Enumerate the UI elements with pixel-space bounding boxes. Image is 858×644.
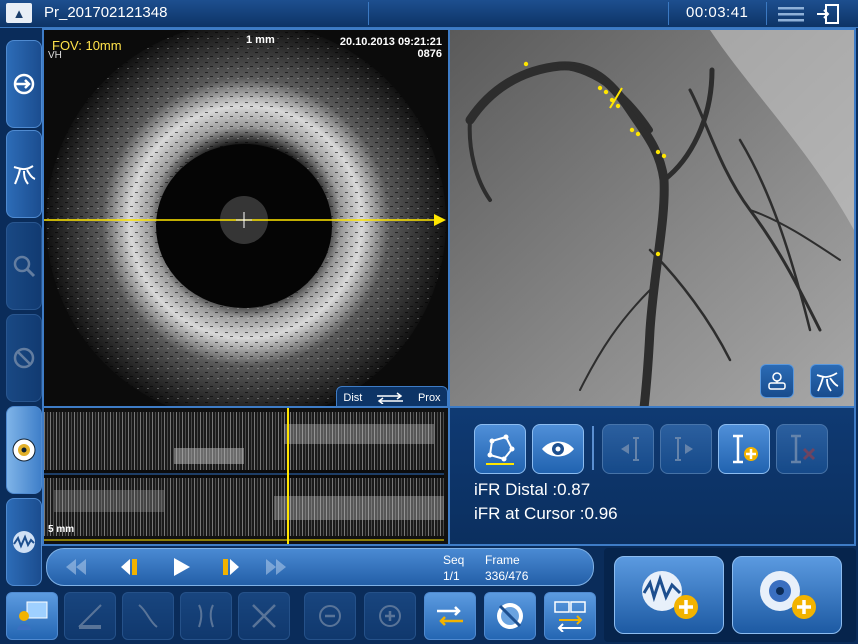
angio-coregistration-button[interactable] — [6, 130, 42, 218]
dist-label: Dist — [343, 392, 363, 404]
sync-rotate-button[interactable] — [424, 592, 476, 640]
angio-coregistration-icon — [13, 165, 36, 185]
swap-arrows-icon — [377, 392, 404, 404]
ifr-distal-value: iFR Distal :0.87 — [474, 480, 591, 499]
vessel-branch-button[interactable] — [180, 592, 232, 640]
delete-marker-button[interactable] — [776, 424, 828, 474]
ifr-control-panel: iFR Distal :0.87 iFR at Cursor :0.96 — [448, 406, 856, 546]
no-compare-button[interactable] — [484, 592, 536, 640]
frame-label: Frame — [485, 553, 520, 567]
title-divider — [368, 2, 369, 25]
add-marker-button[interactable] — [718, 424, 770, 474]
move-marker-left-button[interactable] — [602, 424, 654, 474]
frame-code: 0876 — [417, 48, 442, 60]
control-divider — [592, 426, 594, 470]
compare-icon — [13, 347, 35, 369]
longitudinal-view[interactable]: 5 mm — [42, 406, 450, 546]
elapsed-time: 00:03:41 — [686, 4, 749, 21]
no-compare-icon — [497, 603, 523, 629]
long-scale-label: 5 mm — [48, 524, 75, 535]
compare-button[interactable] — [6, 314, 42, 402]
contour-tool-button[interactable] — [474, 424, 526, 474]
title-divider — [668, 2, 669, 25]
exit-door-icon[interactable] — [816, 4, 840, 24]
add-pressure-recording-icon — [642, 571, 698, 619]
step-forward-button[interactable] — [217, 555, 245, 579]
step-back-icon — [121, 559, 137, 575]
zoom-out-button[interactable] — [304, 592, 356, 640]
ruler-measure-button[interactable] — [64, 592, 116, 640]
sync-rotate-icon — [437, 606, 463, 626]
frame-value: 336/476 — [485, 569, 529, 583]
split-screen-icon — [138, 604, 158, 628]
add-pressure-recording-button[interactable] — [614, 556, 724, 634]
fov-label: FOV: 10mm — [52, 38, 122, 53]
step-forward-icon — [223, 559, 239, 575]
playback-bar: Seq Frame 1/1 336/476 — [46, 548, 594, 586]
angio-tree-button[interactable] — [810, 364, 844, 398]
move-marker-left-icon — [621, 437, 639, 461]
review-station-icon — [17, 601, 48, 630]
add-marker-icon — [733, 434, 758, 464]
zoom-in-icon — [379, 605, 401, 627]
cross-cut-button[interactable] — [238, 592, 290, 640]
skip-to-end-button[interactable] — [263, 555, 291, 579]
date-time: 20.10.2013 09:21:21 — [339, 36, 442, 48]
cross-cut-icon — [252, 604, 276, 628]
pressure-waveform-button[interactable] — [6, 498, 42, 586]
skip-back-icon — [66, 559, 86, 575]
longitudinal-image — [44, 408, 444, 544]
pullback-mode-button[interactable] — [6, 40, 42, 128]
seq-value: 1/1 — [443, 569, 460, 583]
title-divider — [766, 2, 767, 25]
hamburger-menu-icon[interactable] — [778, 6, 804, 22]
vh-mode-label: VH — [48, 50, 62, 61]
ivus-mode-icon — [12, 438, 36, 462]
scale-label: 1 mm — [246, 34, 275, 46]
vessel-tree-button[interactable] — [760, 364, 794, 398]
vessel-tree-icon — [768, 372, 786, 390]
eye-visibility-icon — [542, 441, 574, 457]
zoom-in-button[interactable] — [364, 592, 416, 640]
measure-zoom-icon — [13, 255, 36, 278]
step-back-button[interactable] — [115, 555, 143, 579]
philips-logo: ▲ — [6, 3, 32, 23]
ivus-mode-button[interactable] — [6, 406, 42, 494]
zoom-out-icon — [319, 605, 341, 627]
ifr-cursor-value: iFR at Cursor :0.96 — [474, 504, 618, 523]
contour-tool-icon — [486, 434, 515, 465]
visibility-toggle-button[interactable] — [532, 424, 584, 474]
transfer-monitor-icon — [554, 601, 586, 632]
split-screen-button[interactable] — [122, 592, 174, 640]
patient-id: Pr_201702121348 — [44, 4, 168, 21]
move-marker-right-button[interactable] — [660, 424, 712, 474]
seq-label: Seq — [443, 553, 465, 567]
vessel-branch-icon — [198, 604, 214, 628]
play-icon — [174, 558, 190, 576]
skip-forward-icon — [266, 559, 286, 575]
skip-to-start-button[interactable] — [61, 555, 89, 579]
acquisition-timestamp: 20.10.2013 09:21:21 0876 — [340, 36, 442, 60]
angiogram-view[interactable] — [448, 28, 856, 410]
pullback-mode-icon — [13, 73, 35, 95]
measure-zoom-button[interactable] — [6, 222, 42, 310]
angiogram-image — [450, 30, 854, 408]
ruler-measure-icon — [78, 604, 102, 629]
move-marker-right-icon — [675, 437, 693, 461]
add-ivus-recording-icon — [760, 571, 816, 619]
delete-marker-icon — [791, 434, 816, 464]
ivus-image — [44, 30, 446, 408]
add-ivus-recording-button[interactable] — [732, 556, 842, 634]
play-button[interactable] — [167, 555, 195, 579]
ivus-cross-section-view[interactable]: FOV: 10mm VH 1 mm 20.10.2013 09:21:21 08… — [42, 28, 450, 410]
review-station-button[interactable] — [6, 592, 58, 640]
transfer-monitor-button[interactable] — [544, 592, 596, 640]
title-bar: ▲ Pr_201702121348 00:03:41 — [0, 0, 858, 28]
prox-label: Prox — [417, 392, 441, 404]
pressure-waveform-icon — [13, 531, 35, 553]
angio-tree-icon — [816, 372, 839, 392]
